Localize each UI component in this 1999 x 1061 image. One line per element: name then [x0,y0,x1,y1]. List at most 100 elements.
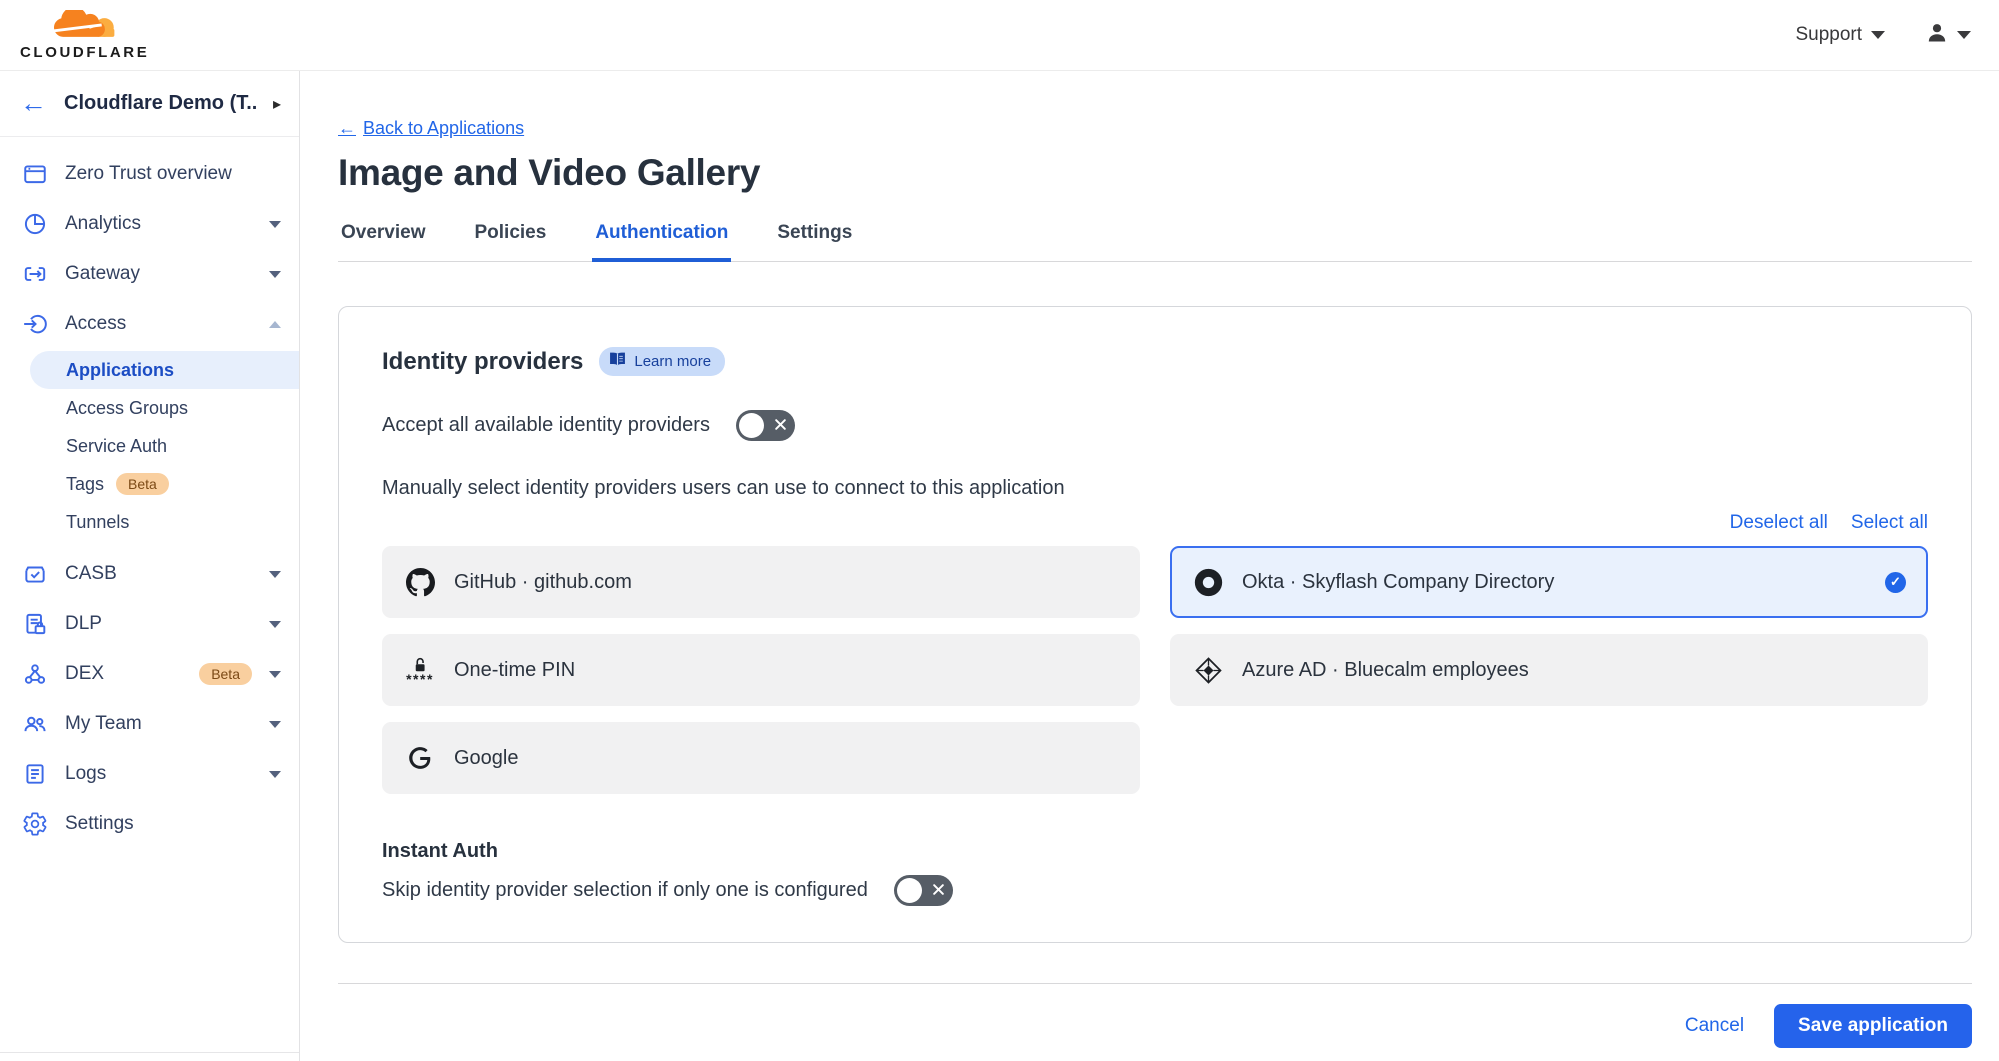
browser-window-icon [22,161,48,187]
sidebar-item-label: Zero Trust overview [65,163,281,185]
cloudflare-logo[interactable]: CLOUDFLARE [20,10,149,60]
footer-divider [338,983,1972,984]
instant-auth-toggle[interactable] [894,875,953,906]
chevron-down-icon [269,671,281,678]
provider-name: Okta · Skyflash Company Directory [1242,571,1554,594]
chevron-right-icon[interactable]: ▸ [273,94,281,114]
page: CLOUDFLARE Support ← Clo [0,0,1999,1061]
instant-auth-heading: Instant Auth [382,840,1928,863]
azure-ad-icon [1192,657,1224,684]
sidebar-subitem-label: Service Auth [66,436,167,457]
provider-tile-github[interactable]: GitHub · github.com [382,546,1140,618]
provider-tile-okta[interactable]: Okta · Skyflash Company Directory ✓ [1170,546,1928,618]
toggle-off-x-icon [774,414,787,437]
learn-more-label: Learn more [634,353,711,370]
toggle-off-x-icon [932,879,945,902]
chevron-down-icon [269,221,281,228]
user-icon [1925,21,1949,50]
selected-check-icon: ✓ [1885,572,1906,593]
sidebar-subitem-label: Tags [66,474,104,495]
box-check-icon [22,561,48,587]
sidebar-item-logs[interactable]: Logs [0,749,299,799]
provider-grid: GitHub · github.com Okta · Skyflash Comp… [382,546,1928,794]
sidebar-item-label: DEX [65,663,170,685]
provider-name: Azure AD · Bluecalm employees [1242,659,1529,682]
accept-all-toggle[interactable] [736,410,795,441]
sidebar-item-access-groups[interactable]: Access Groups [0,389,299,427]
manual-select-text: Manually select identity providers users… [382,477,1928,500]
okta-icon [1192,568,1224,597]
document-lock-icon [22,611,48,637]
sidebar-item-settings[interactable]: Settings [0,799,299,849]
sidebar-subitem-label: Applications [66,360,174,381]
sidebar-item-analytics[interactable]: Analytics [0,199,299,249]
sidebar-item-label: CASB [65,563,252,585]
sidebar-item-tags[interactable]: Tags Beta [0,465,299,503]
sidebar-item-label: Analytics [65,213,252,235]
sidebar-nav: Zero Trust overview Analytics [0,137,299,849]
chevron-down-icon [1957,31,1971,39]
tab-policies[interactable]: Policies [472,222,550,262]
sidebar-subitem-label: Tunnels [66,512,129,533]
back-arrow-icon[interactable]: ← [20,90,47,117]
tab-authentication[interactable]: Authentication [592,222,731,262]
sidebar-item-gateway[interactable]: Gateway [0,249,299,299]
support-label: Support [1795,24,1862,46]
card-header: Identity providers Learn more [382,347,1928,376]
sidebar-item-applications[interactable]: Applications [30,351,299,389]
chevron-down-icon [269,771,281,778]
provider-name: One-time PIN [454,659,575,682]
access-subnav: Applications Access Groups Service Auth … [0,349,299,549]
account-menu[interactable] [1925,21,1971,50]
team-icon [22,711,48,737]
sidebar-item-dlp[interactable]: DLP [0,599,299,649]
accept-all-row: Accept all available identity providers [382,410,1928,441]
page-title: Image and Video Gallery [338,152,1972,194]
network-nodes-icon [22,661,48,687]
chevron-up-icon [269,321,281,328]
book-icon [609,352,626,371]
sidebar-item-dex[interactable]: DEX Beta [0,649,299,699]
back-link-label: Back to Applications [363,118,524,139]
tab-bar: Overview Policies Authentication Setting… [338,222,1972,262]
support-menu[interactable]: Support [1795,24,1885,46]
gear-icon [22,811,48,837]
chevron-down-icon [1871,31,1885,39]
sidebar-item-label: Access [65,313,252,335]
pie-chart-icon [22,211,48,237]
sidebar: ← Cloudflare Demo (T... ▸ Zero Trust ove… [0,71,300,1061]
provider-tile-azure-ad[interactable]: Azure AD · Bluecalm employees [1170,634,1928,706]
learn-more-badge[interactable]: Learn more [599,347,725,376]
sidebar-item-casb[interactable]: CASB [0,549,299,599]
log-list-icon [22,761,48,787]
provider-tile-google[interactable]: Google [382,722,1140,794]
sidebar-item-zero-trust-overview[interactable]: Zero Trust overview [0,149,299,199]
provider-name: Google [454,747,519,770]
select-links: Deselect all Select all [382,512,1928,534]
sidebar-item-access[interactable]: Access [0,299,299,349]
main-content: ← Back to Applications Image and Video G… [300,71,1999,1061]
gateway-icon [22,261,48,287]
chevron-down-icon [269,721,281,728]
sidebar-item-my-team[interactable]: My Team [0,699,299,749]
sidebar-item-label: Logs [65,763,252,785]
sidebar-item-tunnels[interactable]: Tunnels [0,503,299,541]
github-icon [404,568,436,597]
sidebar-item-service-auth[interactable]: Service Auth [0,427,299,465]
provider-tile-one-time-pin[interactable]: **** One-time PIN [382,634,1140,706]
sidebar-bottom-divider [0,1052,299,1061]
instant-auth-label: Skip identity provider selection if only… [382,879,868,902]
deselect-all-link[interactable]: Deselect all [1730,512,1828,534]
sidebar-item-label: My Team [65,713,252,735]
tab-overview[interactable]: Overview [338,222,429,262]
otp-stars: **** [406,675,434,683]
account-name[interactable]: Cloudflare Demo (T... [64,92,256,115]
back-to-applications-link[interactable]: ← Back to Applications [338,118,524,139]
chevron-down-icon [269,621,281,628]
tab-settings[interactable]: Settings [774,222,855,262]
cloudflare-wordmark: CLOUDFLARE [20,45,149,60]
save-application-button[interactable]: Save application [1774,1004,1972,1048]
instant-auth-row: Skip identity provider selection if only… [382,875,1928,906]
select-all-link[interactable]: Select all [1851,512,1928,534]
cancel-button[interactable]: Cancel [1685,1015,1744,1037]
